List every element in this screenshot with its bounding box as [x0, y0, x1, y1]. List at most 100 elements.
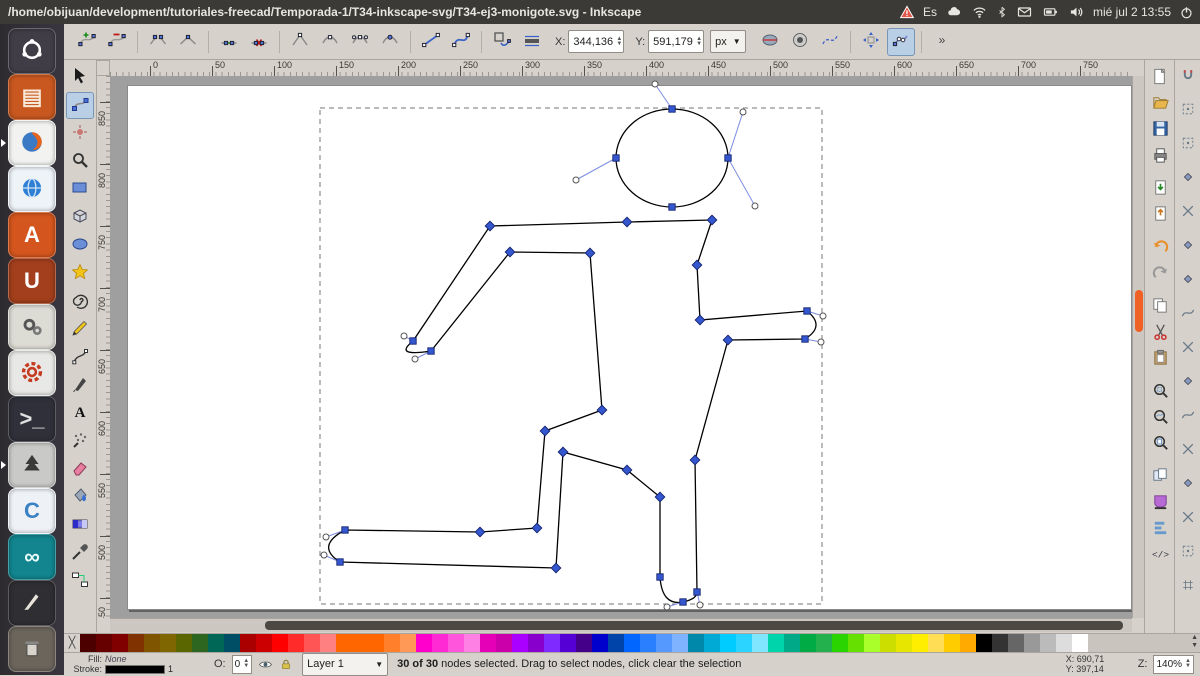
- palette-swatch[interactable]: [224, 634, 240, 652]
- launcher-chromium[interactable]: C: [8, 488, 56, 534]
- path-node-smooth[interactable]: [613, 155, 619, 161]
- palette-swatch[interactable]: [832, 634, 848, 652]
- y-coordinate-spinbox[interactable]: 591,179▲▼: [648, 30, 704, 53]
- launcher-text-editor-A[interactable]: A: [8, 212, 56, 258]
- control-handle[interactable]: [652, 81, 658, 87]
- control-handle[interactable]: [323, 534, 329, 540]
- fill-stroke-indicator[interactable]: Fill: None Stroke: 1: [70, 655, 200, 674]
- palette-swatch[interactable]: [448, 634, 464, 652]
- spray-tool-button[interactable]: [66, 428, 94, 455]
- connector-tool-button[interactable]: [66, 568, 94, 595]
- bucket-tool-button[interactable]: [66, 484, 94, 511]
- selector-tool-button[interactable]: [66, 64, 94, 91]
- align-dialog-button[interactable]: [1148, 517, 1172, 541]
- launcher-inkscape[interactable]: [8, 442, 56, 488]
- snap-cusp-nodes-button[interactable]: [1178, 372, 1198, 392]
- snap-bbox-edges-button[interactable]: [1178, 134, 1198, 154]
- palette-swatch[interactable]: [464, 634, 480, 652]
- launcher-web-browser[interactable]: [8, 166, 56, 212]
- snap-smooth-nodes-button[interactable]: [1178, 406, 1198, 426]
- palette-swatch[interactable]: [272, 634, 288, 652]
- palette-swatch[interactable]: [112, 634, 128, 652]
- palette-swatch[interactable]: [384, 634, 400, 652]
- path-node-cusp[interactable]: [475, 527, 485, 537]
- control-handle[interactable]: [740, 109, 746, 115]
- box3d-tool-button[interactable]: [66, 204, 94, 231]
- palette-swatch[interactable]: [576, 634, 592, 652]
- delete-node-button[interactable]: [103, 28, 131, 56]
- launcher-files[interactable]: ▤: [8, 74, 56, 120]
- figure-body-path[interactable]: [329, 220, 816, 602]
- snap-nodes-button[interactable]: [1178, 270, 1198, 290]
- palette-swatch[interactable]: [544, 634, 560, 652]
- node-tool-button[interactable]: [66, 92, 94, 119]
- redo-button[interactable]: [1148, 262, 1172, 286]
- rectangle-tool-button[interactable]: [66, 176, 94, 203]
- print-document-button[interactable]: [1148, 144, 1172, 168]
- palette-swatch[interactable]: [752, 634, 768, 652]
- layer-visibility-icon[interactable]: [258, 657, 273, 672]
- launcher-freecad[interactable]: [8, 350, 56, 396]
- path-node-cusp[interactable]: [558, 447, 568, 457]
- palette-swatch[interactable]: [912, 634, 928, 652]
- volume-icon[interactable]: [1068, 4, 1085, 20]
- star-tool-button[interactable]: [66, 260, 94, 287]
- palette-swatch[interactable]: [720, 634, 736, 652]
- node-smooth-button[interactable]: [316, 28, 344, 56]
- palette-swatch[interactable]: [432, 634, 448, 652]
- control-handle[interactable]: [321, 552, 327, 558]
- show-handles-button[interactable]: [887, 28, 915, 56]
- vertical-ruler[interactable]: 850 800 750 700 650 600 550 500 450: [96, 76, 111, 618]
- fill-stroke-dialog-button[interactable]: [1148, 491, 1172, 515]
- import-document-button[interactable]: [1148, 177, 1172, 201]
- tweak-tool-button[interactable]: [66, 120, 94, 147]
- bezier-tool-button[interactable]: [66, 344, 94, 371]
- control-handle[interactable]: [752, 203, 758, 209]
- palette-swatch[interactable]: [880, 634, 896, 652]
- cloud-icon[interactable]: [945, 4, 963, 20]
- layer-dropdown[interactable]: Layer 1▼: [302, 653, 388, 676]
- palette-swatch[interactable]: [768, 634, 784, 652]
- palette-swatch[interactable]: [496, 634, 512, 652]
- figure-head-path[interactable]: [616, 109, 728, 207]
- palette-swatch[interactable]: [944, 634, 960, 652]
- launcher-firefox[interactable]: [8, 120, 56, 166]
- x-coordinate-spinbox[interactable]: 344,136▲▼: [568, 30, 624, 53]
- snap-centers-button[interactable]: [1178, 236, 1198, 256]
- zoom-tool-button[interactable]: [66, 148, 94, 175]
- vertical-scrollbar[interactable]: [1132, 76, 1144, 618]
- stroke-to-path-button[interactable]: [518, 28, 546, 56]
- paste-button[interactable]: [1148, 347, 1172, 371]
- canvas[interactable]: [110, 76, 1132, 618]
- palette-swatch[interactable]: [992, 634, 1008, 652]
- path-node-smooth[interactable]: [802, 336, 808, 342]
- horizontal-scrollbar[interactable]: [110, 618, 1132, 632]
- control-handle[interactable]: [818, 339, 824, 345]
- control-handle[interactable]: [401, 333, 407, 339]
- calligraphy-tool-button[interactable]: [66, 372, 94, 399]
- palette-swatch[interactable]: [288, 634, 304, 652]
- palette-swatch[interactable]: [480, 634, 496, 652]
- palette-swatch[interactable]: [1056, 634, 1072, 652]
- palette-swatch-none[interactable]: ╳: [64, 634, 80, 652]
- palette-swatch[interactable]: [352, 634, 368, 652]
- xml-editor-button[interactable]: </>: [1148, 543, 1172, 567]
- path-node-cusp[interactable]: [551, 563, 561, 573]
- control-handle[interactable]: [664, 604, 670, 610]
- path-node-cusp[interactable]: [723, 335, 733, 345]
- palette-swatch[interactable]: [208, 634, 224, 652]
- control-handle[interactable]: [697, 602, 703, 608]
- control-handle[interactable]: [573, 177, 579, 183]
- palette-swatch[interactable]: [80, 634, 96, 652]
- node-auto-button[interactable]: [376, 28, 404, 56]
- gradient-tool-button[interactable]: [66, 512, 94, 539]
- palette-swatch[interactable]: [816, 634, 832, 652]
- snap-enabled-button[interactable]: [1178, 66, 1198, 86]
- undo-button[interactable]: [1148, 236, 1172, 260]
- dropper-tool-button[interactable]: [66, 540, 94, 567]
- palette-swatch[interactable]: [1040, 634, 1056, 652]
- path-node-smooth[interactable]: [694, 589, 700, 595]
- palette-swatch[interactable]: [1072, 634, 1088, 652]
- palette-swatch[interactable]: [608, 634, 624, 652]
- fill-value[interactable]: None: [105, 654, 127, 664]
